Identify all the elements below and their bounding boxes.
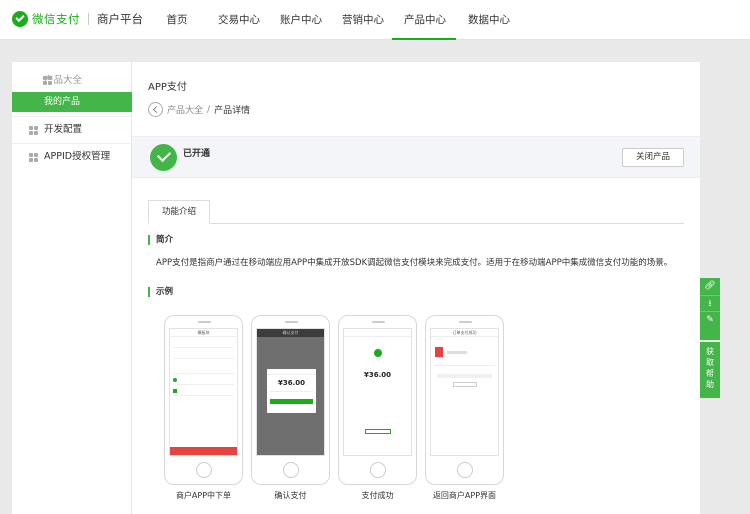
back-icon[interactable] (148, 102, 163, 117)
tab-bar: 功能介绍 (148, 200, 684, 224)
home-button-icon (457, 462, 473, 478)
breadcrumb: 产品大全 / 产品详情 (148, 102, 250, 117)
grid-icon (29, 153, 38, 162)
breadcrumb-parent[interactable]: 产品大全 (167, 103, 203, 116)
phone-mockup: ¥36.00 (338, 315, 417, 485)
phone-mockup: 确认支付 ¥36.00 (251, 315, 330, 485)
help-button[interactable]: 获取帮助 (700, 342, 720, 398)
nav-marketing[interactable]: 营销中心 (330, 0, 392, 40)
main-nav: 首页 交易中心 账户中心 营销中心 产品中心 数据中心 (154, 0, 518, 40)
brand-subtitle: 商户平台 (97, 12, 143, 26)
brand-divider (88, 13, 89, 25)
wechat-pay-logo-icon (12, 11, 28, 27)
home-button-icon (196, 462, 212, 478)
phone-caption: 确认支付 (274, 491, 307, 500)
section-title-intro: 简介 (148, 235, 173, 245)
phone-mockup: 订单支付成功 (425, 315, 504, 485)
link-icon[interactable]: 🔗︎ (700, 278, 720, 295)
download-icon[interactable]: ⭳ (700, 295, 720, 312)
intro-text: APP支付是指商户通过在移动端应用APP中集成开放SDK调起微信支付模块来完成支… (156, 258, 673, 268)
grid-icon (29, 126, 38, 135)
screen-header: 模板块 (170, 329, 237, 337)
breadcrumb-current: 产品详情 (214, 106, 251, 116)
check-circle-icon (150, 144, 177, 171)
phone-screen: 确认支付 ¥36.00 (256, 328, 325, 456)
nav-account[interactable]: 账户中心 (268, 0, 330, 40)
sidebar-item-my-products[interactable]: 我的产品 (12, 92, 132, 112)
nav-data[interactable]: 数据中心 (456, 0, 518, 40)
screen-header: 订单支付成功 (431, 329, 498, 337)
payment-sheet: ¥36.00 (267, 369, 316, 413)
sidebar-item-appid[interactable]: APPID授权管理 (12, 143, 132, 169)
sidebar-group-products[interactable]: 产品大全 (12, 70, 131, 92)
sidebar-item-dev-config[interactable]: 开发配置 (12, 116, 132, 142)
phone-screen: 订单支付成功 (430, 328, 499, 456)
home-button-icon (283, 462, 299, 478)
main-panel: APP支付 产品大全 / 产品详情 已开通 关闭产品 功能介绍 简介 APP支付… (132, 62, 700, 514)
example-phones: 模板块 商户APP中下单 确认支付 ¥36.00 确认支付 ¥36.00 支付成… (164, 315, 664, 514)
section-title-example: 示例 (148, 287, 173, 297)
success-icon (373, 349, 382, 357)
phone-caption: 返回商户APP界面 (432, 491, 497, 500)
breadcrumb-separator: / (207, 104, 211, 115)
phone-screen: 模板块 (169, 328, 238, 456)
status-bar: 已开通 关闭产品 (132, 136, 700, 178)
phone-mockup: 模板块 (164, 315, 243, 485)
close-product-button[interactable]: 关闭产品 (622, 148, 684, 167)
phone-screen: ¥36.00 (343, 328, 412, 456)
phone-caption: 支付成功 (361, 491, 394, 500)
payment-amount: ¥36.00 (363, 371, 391, 379)
home-button-icon (370, 462, 386, 478)
logo[interactable]: 微信支付 商户平台 (12, 11, 143, 27)
tab-features[interactable]: 功能介绍 (148, 200, 211, 224)
edit-icon[interactable]: ✎ (700, 312, 720, 329)
grid-icon (43, 76, 52, 85)
confirm-pay-mini-button (270, 399, 313, 404)
sidebar: 产品大全 我的产品 开发配置 APPID授权管理 (12, 62, 132, 514)
page-title: APP支付 (148, 82, 187, 93)
status-text: 已开通 (183, 149, 211, 159)
screen-header: 确认支付 (257, 329, 324, 337)
help-label: 获取帮助 (706, 347, 714, 389)
brand-title: 微信支付 (32, 12, 80, 26)
payment-amount: ¥36.00 (277, 379, 305, 387)
nav-home[interactable]: 首页 (154, 0, 200, 40)
top-navbar: 微信支付 商户平台 首页 交易中心 账户中心 营销中心 产品中心 数据中心 (0, 0, 750, 40)
sidebar-item-label: APPID授权管理 (44, 151, 111, 162)
nav-products[interactable]: 产品中心 (392, 0, 456, 40)
phone-caption: 商户APP中下单 (175, 491, 232, 500)
nav-transactions[interactable]: 交易中心 (206, 0, 268, 40)
floating-toolbar: 🔗︎ ⭳ ✎ (700, 278, 720, 340)
mini-pay-bar (170, 447, 237, 455)
sidebar-item-label: 开发配置 (44, 124, 83, 135)
